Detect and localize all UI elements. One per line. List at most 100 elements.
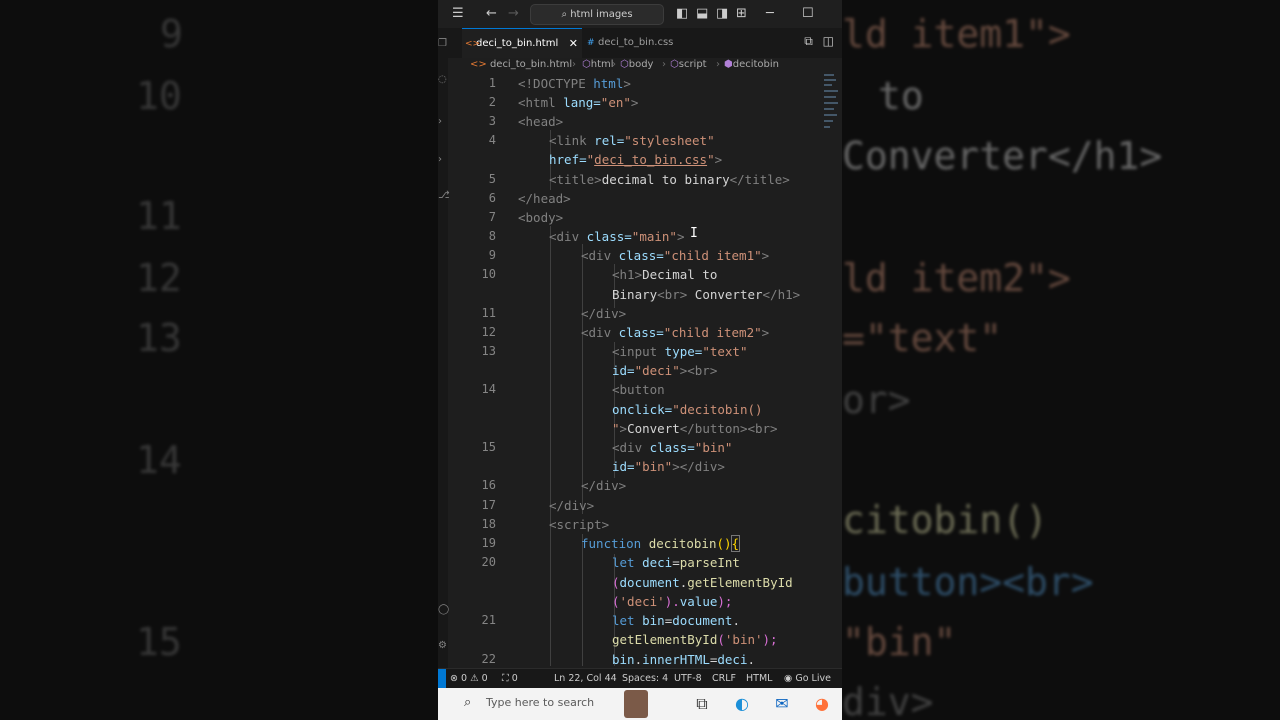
- source-control-icon[interactable]: ⎇: [438, 190, 450, 201]
- line-number: 10: [481, 267, 496, 281]
- task-view-icon[interactable]: ⧉: [692, 694, 712, 714]
- line-number: 1: [488, 76, 496, 90]
- breadcrumb-item[interactable]: <> deci_to_bin.html: [470, 58, 572, 72]
- code-line: <head>: [518, 114, 564, 129]
- avatar-thumbnail[interactable]: [624, 690, 648, 718]
- settings-gear-icon[interactable]: ⚙: [438, 640, 447, 651]
- code-line: <script>: [549, 517, 610, 532]
- firefox-icon[interactable]: ◕: [812, 694, 832, 714]
- encoding[interactable]: UTF-8: [674, 669, 702, 689]
- backdrop-code-fragment: button><br>: [842, 560, 1094, 604]
- indent-guide: [582, 244, 583, 514]
- code-line: </div>: [581, 478, 627, 493]
- search-icon: ⌕: [561, 9, 571, 20]
- minimap-line: [824, 108, 834, 110]
- line-number: 16: [481, 478, 496, 492]
- close-icon[interactable]: ✕: [569, 29, 578, 59]
- line-number: 11: [481, 306, 496, 320]
- vscode-window: ☰ ← → ⌕ html images ◧ ⬓ ◨ ⊞ ─ ☐ ❐ ◌ › › …: [438, 0, 842, 720]
- search-icon[interactable]: ◌: [438, 74, 447, 85]
- symbol-icon: ⬡: [620, 59, 629, 70]
- breadcrumb: <> deci_to_bin.html › ⬡html › ⬡body › ⬡s…: [448, 58, 842, 74]
- cursor-position[interactable]: Ln 22, Col 44: [554, 669, 617, 689]
- code-line: ('deci').value);: [612, 594, 733, 609]
- line-number: 2: [488, 95, 496, 109]
- layout-secondary-icon[interactable]: ◨: [716, 6, 728, 22]
- remote-indicator[interactable]: [438, 669, 446, 689]
- search-icon[interactable]: ⌕: [464, 695, 471, 710]
- layout-sidebar-icon[interactable]: ◧: [676, 6, 688, 22]
- tab-deci-to-bin-css[interactable]: # deci_to_bin.css: [584, 28, 708, 58]
- tab-deci-to-bin-html[interactable]: <> deci_to_bin.html ✕: [462, 28, 582, 58]
- customize-layout-icon[interactable]: ⊞: [736, 6, 747, 22]
- code-line: bin.innerHTML=deci.: [612, 652, 756, 667]
- line-number: 13: [481, 344, 496, 358]
- end-of-line[interactable]: CRLF: [712, 669, 736, 689]
- search-label: html images: [570, 9, 633, 20]
- activity-bar: ❐ ◌ › › ⎇ ◯ ⚙: [438, 28, 450, 668]
- line-number: 6: [488, 191, 496, 205]
- minimap-line: [824, 90, 838, 92]
- minimap-line: [824, 79, 836, 81]
- menu-icon[interactable]: ☰: [452, 6, 464, 22]
- breadcrumb-item[interactable]: ⬡script: [670, 58, 707, 72]
- edge-icon[interactable]: ◐: [732, 694, 752, 714]
- ports-indicator[interactable]: ⛶ 0: [502, 669, 518, 689]
- breadcrumb-item[interactable]: ⬡body: [620, 58, 653, 72]
- code-line: <!DOCTYPE html>: [518, 76, 631, 91]
- code-line: let deci=parseInt: [612, 555, 740, 570]
- language-mode[interactable]: HTML: [746, 669, 772, 689]
- html-file-icon: <>: [470, 59, 490, 70]
- code-line: <div class="bin": [612, 440, 733, 455]
- html-file-icon: <>: [465, 39, 481, 49]
- command-center-search[interactable]: ⌕ html images: [530, 4, 664, 25]
- indentation[interactable]: Spaces: 4: [622, 669, 668, 689]
- minimize-icon[interactable]: ─: [766, 6, 774, 22]
- editor-tabs: <> deci_to_bin.html ✕ # deci_to_bin.css …: [448, 28, 842, 58]
- backdrop-line-number: 13: [136, 316, 182, 360]
- chevron-right-icon: ›: [572, 59, 576, 70]
- split-editor-icon[interactable]: ◫: [823, 34, 834, 48]
- backdrop-code-fragment: ld item1">: [842, 12, 1071, 56]
- indent-guide: [550, 226, 551, 666]
- account-icon[interactable]: ◯: [438, 604, 449, 615]
- code-line: ">Convert</button><br>: [612, 421, 778, 436]
- go-live-button[interactable]: ◉ Go Live: [784, 669, 831, 689]
- code-line: <html lang="en">: [518, 95, 639, 110]
- text-cursor-icon: I: [690, 226, 698, 241]
- code-line: </div>: [581, 306, 627, 321]
- line-number: 8: [488, 229, 496, 243]
- explorer-icon[interactable]: ❐: [438, 38, 447, 49]
- backdrop-line-number: 10: [136, 74, 182, 118]
- open-preview-icon[interactable]: ⧉: [804, 34, 813, 48]
- backdrop-code-fragment: div>: [842, 680, 934, 720]
- code-line: getElementById('bin');: [612, 632, 778, 647]
- chevron-right-icon[interactable]: ›: [438, 116, 442, 127]
- maximize-icon[interactable]: ☐: [802, 6, 814, 22]
- breadcrumb-item[interactable]: ⬡html: [582, 58, 614, 72]
- code-line: onclick="decitobin(): [612, 402, 763, 417]
- indent-guide: [582, 534, 583, 666]
- backdrop-line-number: 11: [136, 194, 182, 238]
- broadcast-icon: ◉: [784, 673, 793, 684]
- forward-arrow-icon[interactable]: →: [508, 6, 519, 22]
- line-number: 14: [481, 382, 496, 396]
- problems-indicator[interactable]: ⊗ 0 ⚠ 0: [450, 669, 488, 689]
- code-line: <h1>Decimal to: [612, 267, 718, 282]
- chevron-right-icon[interactable]: ›: [438, 154, 442, 165]
- tab-label: deci_to_bin.html: [476, 38, 559, 49]
- chevron-right-icon: ›: [612, 59, 616, 70]
- code-line: <div class="child item1">: [581, 248, 770, 263]
- editor-actions: ⧉ ◫: [804, 34, 834, 49]
- breadcrumb-item[interactable]: ⬢decitobin: [724, 58, 779, 72]
- code-line: href="deci_to_bin.css">: [549, 152, 723, 167]
- line-number: 19: [481, 536, 496, 550]
- function-icon: ⬢: [724, 59, 733, 70]
- back-arrow-icon[interactable]: ←: [486, 6, 497, 22]
- minimap[interactable]: [824, 74, 838, 134]
- minimap-line: [824, 120, 833, 122]
- layout-panel-icon[interactable]: ⬓: [696, 6, 708, 22]
- mail-icon[interactable]: ✉: [772, 694, 792, 714]
- line-number: 18: [481, 517, 496, 531]
- taskbar-search-box[interactable]: Type here to search: [486, 696, 594, 709]
